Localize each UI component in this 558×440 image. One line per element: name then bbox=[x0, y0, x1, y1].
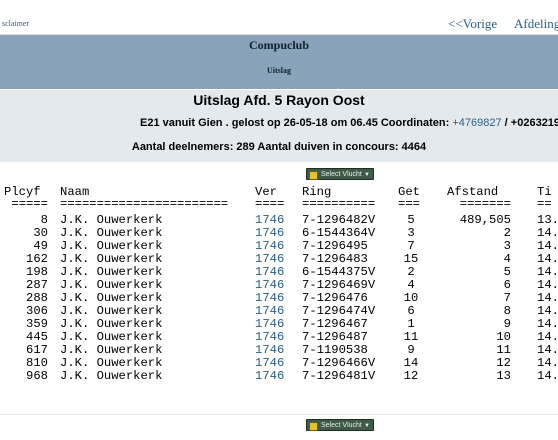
table-row: 968 J.K. Ouwerkerk 1746 7-1296481V 12 13 14.5 bbox=[0, 370, 558, 383]
participants-summary: Aantal deelnemers: 289 Aantal duiven in … bbox=[131, 141, 427, 153]
chevron-down-icon: ▼ bbox=[364, 423, 370, 429]
divider bbox=[0, 414, 558, 415]
afdeling-link[interactable]: Afdeling bbox=[514, 16, 558, 32]
separator: ======= bbox=[459, 197, 511, 211]
cell-plcyf: 968 bbox=[26, 369, 48, 383]
cell-afstand: 2 bbox=[503, 226, 511, 240]
cell-afstand: 4 bbox=[503, 252, 511, 266]
select-vlucht-button-top[interactable]: Select Vlucht ▼ bbox=[306, 168, 374, 180]
cell-afstand: 7 bbox=[503, 291, 511, 305]
race-details-text: E21 vanuit Gien . gelost op 26-05-18 om … bbox=[140, 117, 453, 129]
flight-icon bbox=[309, 171, 318, 180]
disclaimer-link[interactable]: sclaimer bbox=[2, 19, 29, 28]
cell-afstand: 489,505 bbox=[459, 213, 511, 227]
cell-afstand: 3 bbox=[503, 239, 511, 253]
separator: ==== bbox=[255, 197, 285, 211]
top-nav-bar: sclaimer <<Vorige Afdeling bbox=[0, 0, 558, 35]
cell-tijd: 14.5 bbox=[537, 369, 558, 383]
table-body: 8J.K. Ouwerkerk17467-1296482V5489,50513.… bbox=[0, 214, 558, 383]
flight-icon bbox=[309, 422, 318, 431]
previous-link[interactable]: <<Vorige bbox=[448, 16, 497, 32]
cell-afstand: 5 bbox=[503, 265, 511, 279]
cell-get: 12 bbox=[403, 369, 419, 383]
cell-ver[interactable]: 1746 bbox=[255, 370, 284, 383]
separator: ======================= bbox=[60, 197, 229, 211]
cell-afstand: 13 bbox=[496, 369, 511, 383]
select-vlucht-label: Select Vlucht bbox=[321, 171, 362, 178]
coordinates-link[interactable]: +4769827 bbox=[452, 117, 501, 129]
header-subtitle: Uitslag bbox=[267, 66, 291, 75]
separator: ===== bbox=[11, 197, 48, 211]
separator: == bbox=[537, 197, 552, 211]
race-details: E21 vanuit Gien . gelost op 26-05-18 om … bbox=[140, 117, 558, 129]
cell-afstand: 8 bbox=[503, 304, 511, 318]
select-vlucht-label: Select Vlucht bbox=[321, 422, 362, 429]
results-table: Plcyf Naam Ver Ring Get Afstand Ti =====… bbox=[0, 186, 558, 383]
coordinates-suffix: / +0263219 bbox=[501, 117, 558, 129]
separator: ========== bbox=[302, 197, 376, 211]
separator: === bbox=[398, 197, 420, 211]
cell-ring: 7-1296481V bbox=[302, 369, 376, 383]
cell-naam: J.K. Ouwerkerk bbox=[60, 369, 163, 383]
select-vlucht-button-bottom[interactable]: Select Vlucht ▼ bbox=[306, 419, 374, 431]
cell-afstand: 6 bbox=[503, 278, 511, 292]
chevron-down-icon: ▼ bbox=[364, 172, 370, 178]
page-title: Uitslag Afd. 5 Rayon Oost bbox=[193, 92, 365, 108]
club-name: Compuclub bbox=[248, 38, 310, 52]
